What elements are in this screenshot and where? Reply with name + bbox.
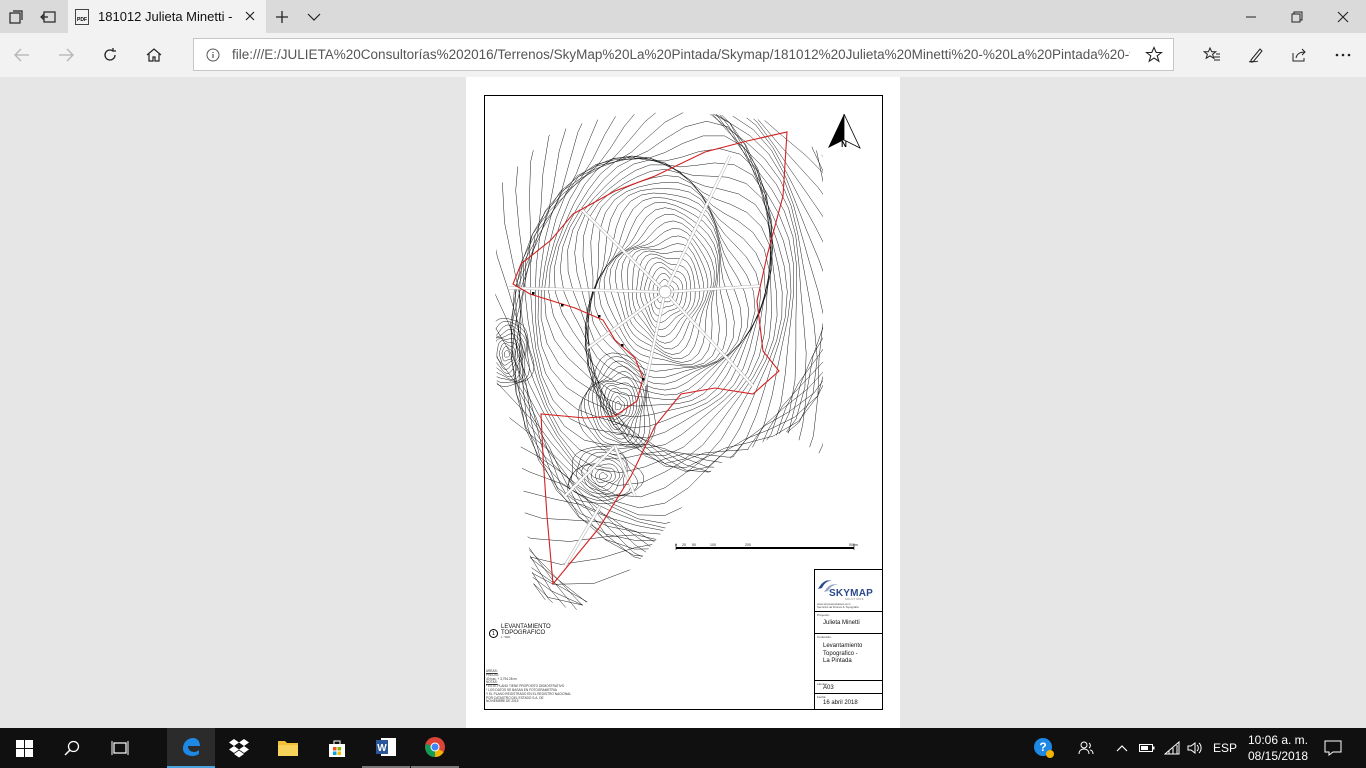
favorites-hub-icon[interactable] <box>1198 41 1226 69</box>
logo-tagline: SOLUTIONS <box>845 598 864 601</box>
title-bar: PDF 181012 Julieta Minetti - <box>0 0 1366 33</box>
forward-button[interactable] <box>52 41 80 69</box>
scale-tick: 200 <box>745 543 751 547</box>
web-note-pen-icon[interactable] <box>1242 41 1270 69</box>
taskbar-app-store[interactable] <box>313 728 361 768</box>
share-icon[interactable] <box>1285 41 1313 69</box>
scale-tick: 100 <box>710 543 716 547</box>
volume-icon[interactable] <box>1186 738 1204 758</box>
windows-logo-icon <box>15 739 33 757</box>
task-view-button[interactable] <box>96 728 144 768</box>
start-button[interactable] <box>0 728 48 768</box>
taskbar-app-edge[interactable] <box>167 728 215 768</box>
search-icon <box>64 740 80 756</box>
north-label: N <box>841 140 847 149</box>
scale-bar <box>675 544 855 550</box>
svg-text:W: W <box>377 743 387 754</box>
content-cell: Contenido: Levantamiento Topografico - L… <box>815 634 882 681</box>
note-line: NOVIEMBRE DE 2015 <box>486 699 519 704</box>
close-window-button[interactable] <box>1320 0 1366 33</box>
minimize-button[interactable] <box>1228 0 1274 33</box>
add-favorite-star-icon[interactable] <box>1144 46 1164 64</box>
plot-number: 1 <box>489 629 498 638</box>
client-caption: Proyecto: <box>817 613 830 617</box>
help-tray-icon[interactable]: ? <box>1032 738 1056 758</box>
store-bag-icon <box>329 740 345 757</box>
navigation-bar: file:///E:/JULIETA%20Consultorías%202016… <box>0 33 1366 77</box>
logo-cell: SKYMAP SOLUTIONS www.skymapsolutions.com… <box>815 570 882 612</box>
input-language[interactable]: ESP <box>1213 741 1237 755</box>
title-block: SKYMAP SOLUTIONS www.skymapsolutions.com… <box>814 569 882 709</box>
new-tab-icon[interactable] <box>271 6 293 28</box>
clock-time[interactable]: 10:06 a. m. <box>1246 733 1310 747</box>
more-options-icon[interactable] <box>1329 41 1357 69</box>
back-button[interactable] <box>8 41 36 69</box>
client-name: Julieta Minetti <box>823 620 860 626</box>
wifi-icon[interactable] <box>1163 738 1181 758</box>
notes-block: AREAS: PREDIO: 40 has. + 3,794.28 m² NOT… <box>486 669 596 704</box>
content-line: Levantamiento <box>823 643 863 649</box>
plot-title: LEVANTAMIENTO TOPOGRAFICO <box>501 624 551 636</box>
folder-icon <box>278 741 298 756</box>
taskbar-app-dropbox[interactable] <box>215 728 263 768</box>
tab-preview-chevron-icon[interactable] <box>303 6 325 28</box>
sheet-cell: Lámina: A03 <box>815 681 882 694</box>
scale-tick: 500m <box>849 543 858 547</box>
address-text[interactable]: file:///E:/JULIETA%20Consultorías%202016… <box>232 47 1130 62</box>
tab-pdf-document[interactable]: PDF 181012 Julieta Minetti - <box>68 0 266 33</box>
word-icon: W <box>376 738 396 756</box>
taskbar-app-word[interactable]: W <box>362 728 410 768</box>
sheet-date: 16 abril 2018 <box>823 700 858 706</box>
scale-tick: 0 <box>675 543 677 547</box>
pdf-page: N 0 20 50 100 200 500m 1 LEVANTAMIENTO T <box>466 77 900 728</box>
tab-title: 181012 Julieta Minetti - <box>98 9 233 24</box>
restore-button[interactable] <box>1274 0 1320 33</box>
set-tabs-aside-icon[interactable] <box>37 6 59 28</box>
address-bar[interactable]: file:///E:/JULIETA%20Consultorías%202016… <box>193 38 1174 71</box>
home-button[interactable] <box>140 41 168 69</box>
logo-contact-desc: Servicios de Drones & Topografía <box>817 605 859 610</box>
tab-close-icon[interactable] <box>242 8 258 24</box>
tab-actions-icon[interactable] <box>5 6 27 28</box>
scale-tick: 20 <box>682 543 686 547</box>
plot-scale: 1 : 5000 <box>501 636 511 639</box>
topographic-map-sheet: N 0 20 50 100 200 500m 1 LEVANTAMIENTO T <box>484 95 883 710</box>
sheet-number: A03 <box>823 685 834 691</box>
pdf-file-icon: PDF <box>75 8 89 25</box>
battery-icon[interactable] <box>1138 738 1156 758</box>
edge-icon <box>183 738 200 756</box>
date-cell: Fecha: 16 abril 2018 <box>815 694 882 709</box>
pdf-viewer[interactable]: N 0 20 50 100 200 500m 1 LEVANTAMIENTO T <box>0 77 1366 728</box>
taskbar: W ? ESP 10:06 a. m. 08/15/2018 <box>0 728 1366 768</box>
logo-contact: www.skymapsolutions.com Servicios de Dro… <box>817 602 859 610</box>
content-caption: Contenido: <box>817 635 832 639</box>
taskbar-app-chrome[interactable] <box>411 728 459 768</box>
date-caption: Fecha: <box>817 695 827 699</box>
refresh-button[interactable] <box>96 41 124 69</box>
svg-text:?: ? <box>1039 740 1046 754</box>
people-icon[interactable] <box>1076 738 1096 758</box>
action-center-icon[interactable] <box>1322 738 1344 758</box>
clock-date[interactable]: 08/15/2018 <box>1246 749 1310 763</box>
show-hidden-icons-chevron-icon[interactable] <box>1114 738 1130 758</box>
task-view-icon <box>111 741 129 755</box>
taskbar-app-file-explorer[interactable] <box>264 728 312 768</box>
content-line: La Pintada <box>823 658 852 664</box>
content-line: Topografico - <box>823 650 858 657</box>
search-button[interactable] <box>48 728 96 768</box>
chrome-icon <box>425 737 445 758</box>
scale-tick: 50 <box>692 543 696 547</box>
client-cell: Proyecto: Julieta Minetti <box>815 612 882 634</box>
info-icon[interactable] <box>206 48 220 62</box>
dropbox-icon <box>229 739 249 758</box>
content-description: Levantamiento Topografico - La Pintada <box>823 643 862 666</box>
